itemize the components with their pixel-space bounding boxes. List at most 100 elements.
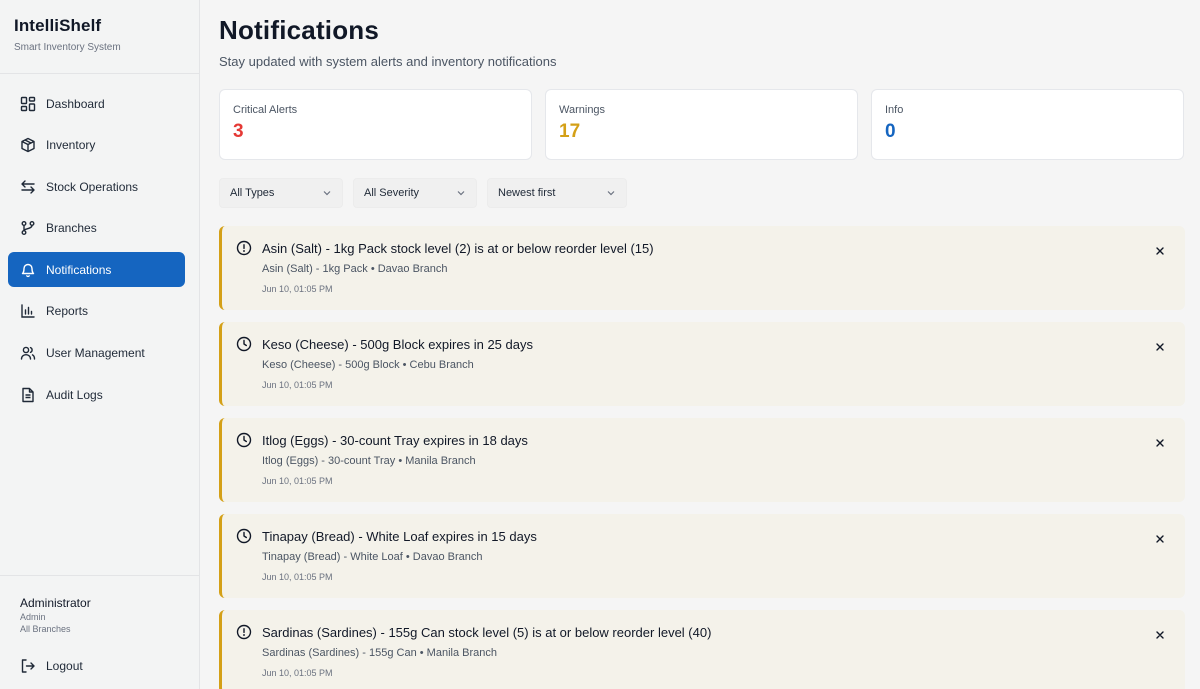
notification-title: Itlog (Eggs) - 30-count Tray expires in …: [262, 432, 528, 448]
stat-label: Critical Alerts: [233, 104, 298, 116]
close-icon: [1156, 535, 1164, 543]
bar-chart-icon: [20, 303, 36, 319]
logout-label: Logout: [46, 659, 83, 673]
stat-label: Info: [885, 104, 904, 116]
bell-icon: [20, 262, 36, 278]
document-icon: [20, 387, 36, 403]
main-content: Notifications Stay updated with system a…: [219, 0, 1185, 689]
dismiss-button[interactable]: [1153, 340, 1167, 354]
sidebar-item-label: Notifications: [46, 262, 112, 277]
sidebar-item-label: Reports: [46, 304, 89, 319]
stats-row: Critical Alerts 3 Warnings 17 Info 0: [219, 89, 1185, 160]
notification-list: Asin (Salt) - 1kg Pack stock level (2) i…: [219, 226, 1185, 689]
sidebar-item-label: Inventory: [46, 138, 96, 153]
select-value: Newest first: [498, 187, 556, 199]
stat-card-info: Info 0: [871, 89, 1184, 160]
sidebar: IntelliShelf Smart Inventory System Dash…: [0, 0, 200, 689]
chevron-down-icon: [456, 188, 466, 198]
user-role: Admin: [20, 612, 46, 622]
chevron-down-icon: [322, 188, 332, 198]
sidebar-nav: Dashboard Inventory Stock Operations Bra…: [0, 74, 199, 412]
dismiss-button[interactable]: [1153, 436, 1167, 450]
notification-product: Keso (Cheese) - 500g Block: [262, 359, 400, 371]
app-subtitle: Smart Inventory System: [14, 42, 121, 53]
stat-card-warnings: Warnings 17: [545, 89, 858, 160]
type-filter-select[interactable]: All Types: [219, 178, 343, 208]
clock-icon: [236, 432, 252, 448]
clock-icon: [236, 528, 252, 544]
stat-value: 0: [885, 121, 896, 142]
close-icon: [1156, 631, 1164, 639]
notification-title: Asin (Salt) - 1kg Pack stock level (2) i…: [262, 240, 654, 256]
notification-item[interactable]: Itlog (Eggs) - 30-count Tray expires in …: [219, 418, 1185, 502]
stat-card-critical: Critical Alerts 3: [219, 89, 532, 160]
sidebar-item-label: Branches: [46, 221, 97, 236]
brand: IntelliShelf Smart Inventory System: [0, 0, 199, 74]
notification-title: Keso (Cheese) - 500g Block expires in 25…: [262, 336, 533, 352]
sidebar-item-label: User Management: [46, 346, 145, 361]
logout-icon: [20, 658, 36, 674]
sidebar-item-label: Stock Operations: [46, 179, 139, 194]
notification-product: Sardinas (Sardines) - 155g Can: [262, 647, 417, 659]
notification-product: Tinapay (Bread) - White Loaf: [262, 551, 403, 563]
alert-circle-icon: [236, 240, 252, 256]
dismiss-button[interactable]: [1153, 244, 1167, 258]
close-icon: [1156, 343, 1164, 351]
notification-meta: Tinapay (Bread) - White Loaf • Davao Bra…: [262, 551, 483, 563]
sidebar-item-label: Audit Logs: [46, 387, 103, 402]
sidebar-item-audit-logs[interactable]: Audit Logs: [8, 377, 185, 412]
alert-circle-icon: [236, 624, 252, 640]
notification-meta: Keso (Cheese) - 500g Block • Cebu Branch: [262, 359, 474, 371]
notification-item[interactable]: Sardinas (Sardines) - 155g Can stock lev…: [219, 610, 1185, 689]
notification-branch: Davao Branch: [377, 263, 448, 275]
notification-title: Sardinas (Sardines) - 155g Can stock lev…: [262, 624, 712, 640]
sidebar-item-inventory[interactable]: Inventory: [8, 128, 185, 163]
user-branch: All Branches: [20, 624, 71, 634]
notification-time: Jun 10, 01:05 PM: [262, 476, 333, 486]
chevron-down-icon: [606, 188, 616, 198]
sidebar-item-reports[interactable]: Reports: [8, 294, 185, 329]
close-icon: [1156, 439, 1164, 447]
box-icon: [20, 137, 36, 153]
close-icon: [1156, 247, 1164, 255]
notification-product: Itlog (Eggs) - 30-count Tray: [262, 455, 396, 467]
dismiss-button[interactable]: [1153, 628, 1167, 642]
sidebar-item-branches[interactable]: Branches: [8, 211, 185, 246]
stat-value: 17: [559, 121, 581, 142]
notification-meta: Itlog (Eggs) - 30-count Tray • Manila Br…: [262, 455, 476, 467]
dismiss-button[interactable]: [1153, 532, 1167, 546]
notification-title: Tinapay (Bread) - White Loaf expires in …: [262, 528, 537, 544]
notification-branch: Manila Branch: [405, 455, 476, 467]
severity-filter-select[interactable]: All Severity: [353, 178, 477, 208]
arrows-swap-icon: [20, 179, 36, 195]
notification-meta: Sardinas (Sardines) - 155g Can • Manila …: [262, 647, 497, 659]
user-panel: Administrator Admin All Branches Logout: [0, 575, 199, 689]
notification-item[interactable]: Asin (Salt) - 1kg Pack stock level (2) i…: [219, 226, 1185, 310]
notification-item[interactable]: Tinapay (Bread) - White Loaf expires in …: [219, 514, 1185, 598]
select-value: All Severity: [364, 187, 420, 199]
sidebar-item-notifications[interactable]: Notifications: [8, 252, 185, 288]
logout-button[interactable]: Logout: [20, 658, 179, 674]
dashboard-icon: [20, 96, 36, 112]
stat-label: Warnings: [559, 104, 606, 116]
sort-select[interactable]: Newest first: [487, 178, 627, 208]
sidebar-item-label: Dashboard: [46, 96, 105, 111]
sidebar-item-dashboard[interactable]: Dashboard: [8, 86, 185, 121]
notification-time: Jun 10, 01:05 PM: [262, 572, 333, 582]
notification-time: Jun 10, 01:05 PM: [262, 380, 333, 390]
select-value: All Types: [230, 187, 275, 199]
clock-icon: [236, 336, 252, 352]
sidebar-item-stock-operations[interactable]: Stock Operations: [8, 169, 185, 204]
sidebar-item-user-management[interactable]: User Management: [8, 336, 185, 371]
user-name: Administrator: [20, 596, 91, 610]
notification-item[interactable]: Keso (Cheese) - 500g Block expires in 25…: [219, 322, 1185, 406]
filter-bar: All Types All Severity Newest first: [219, 178, 1185, 208]
notification-time: Jun 10, 01:05 PM: [262, 284, 333, 294]
notification-branch: Manila Branch: [426, 647, 497, 659]
page-title: Notifications: [219, 15, 380, 45]
app-title: IntelliShelf: [14, 16, 102, 35]
stat-value: 3: [233, 121, 244, 142]
notification-meta: Asin (Salt) - 1kg Pack • Davao Branch: [262, 263, 448, 275]
notification-product: Asin (Salt) - 1kg Pack: [262, 263, 368, 275]
users-icon: [20, 345, 36, 361]
